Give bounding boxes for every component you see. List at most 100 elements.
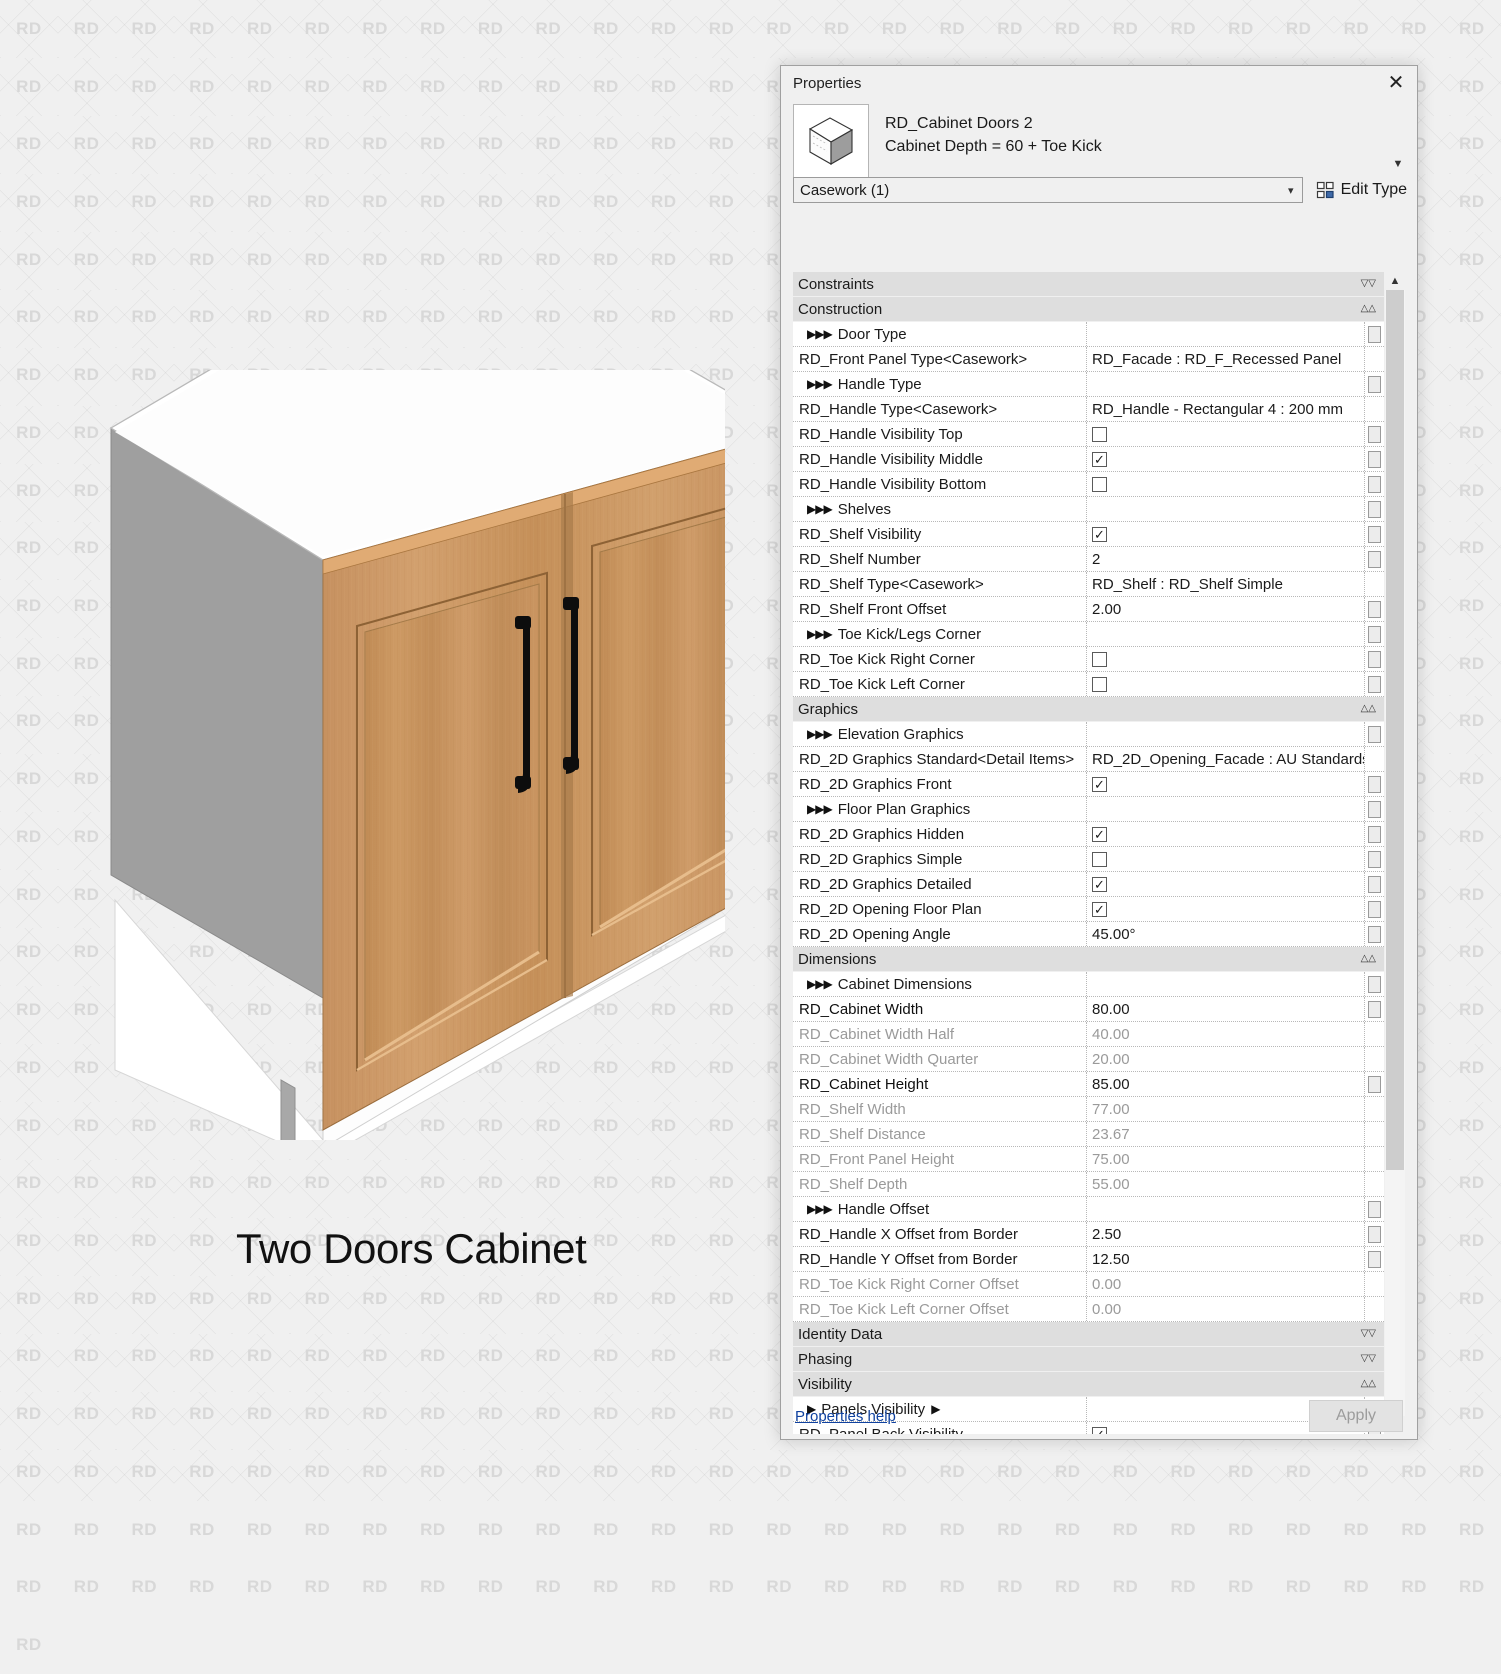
property-row[interactable]: RD_2D Graphics Front✓ [793,772,1384,797]
property-button-cell[interactable] [1365,372,1384,396]
property-value-cell[interactable]: 0.00 [1087,1297,1365,1321]
property-row[interactable]: ▶▶▶Handle Type [793,372,1384,397]
property-button-cell[interactable] [1365,397,1384,421]
property-value-cell[interactable] [1087,672,1365,696]
property-row[interactable]: ▶▶▶Elevation Graphics [793,722,1384,747]
property-row[interactable]: RD_Handle Y Offset from Border12.50 [793,1247,1384,1272]
property-button-cell[interactable] [1365,797,1384,821]
property-row[interactable]: RD_2D Graphics Standard<Detail Items>RD_… [793,747,1384,772]
property-value-cell[interactable] [1087,622,1365,646]
group-collapse-icon[interactable]: △△ [1361,304,1376,314]
group-collapse-icon[interactable]: △△ [1361,954,1376,964]
property-button-cell[interactable] [1365,547,1384,571]
property-button-cell[interactable] [1365,747,1384,771]
property-value-cell[interactable]: 80.00 [1087,997,1365,1021]
property-value-cell[interactable]: 2.50 [1087,1222,1365,1246]
property-button-cell[interactable] [1365,1272,1384,1296]
property-button-cell[interactable] [1365,922,1384,946]
property-value-cell[interactable]: 77.00 [1087,1097,1365,1121]
property-button-cell[interactable] [1365,1072,1384,1096]
property-row[interactable]: RD_Toe Kick Left Corner [793,672,1384,697]
row-edit-button[interactable] [1368,1201,1381,1218]
property-button-cell[interactable] [1365,322,1384,346]
type-dropdown-chevron-icon[interactable]: ▼ [1387,104,1409,170]
property-button-cell[interactable] [1365,997,1384,1021]
row-value[interactable]: 40.00 [1092,1026,1130,1043]
row-edit-button[interactable] [1368,826,1381,843]
row-edit-button[interactable] [1368,876,1381,893]
row-edit-button[interactable] [1368,601,1381,618]
property-value-cell[interactable]: 2.00 [1087,597,1365,621]
property-row[interactable]: RD_Handle X Offset from Border2.50 [793,1222,1384,1247]
row-value[interactable]: 77.00 [1092,1101,1130,1118]
property-row[interactable]: RD_Shelf Width77.00 [793,1097,1384,1122]
property-row[interactable]: RD_Handle Visibility Middle✓ [793,447,1384,472]
property-button-cell[interactable] [1365,447,1384,471]
property-row[interactable]: RD_Handle Visibility Bottom [793,472,1384,497]
property-value-cell[interactable]: 75.00 [1087,1147,1365,1171]
property-row[interactable]: RD_Cabinet Width80.00 [793,997,1384,1022]
row-edit-button[interactable] [1368,926,1381,943]
property-button-cell[interactable] [1365,1222,1384,1246]
row-value[interactable]: 23.67 [1092,1126,1130,1143]
row-value[interactable]: 85.00 [1092,1076,1130,1093]
property-value-cell[interactable]: 85.00 [1087,1072,1365,1096]
row-value[interactable]: 0.00 [1092,1276,1121,1293]
property-button-cell[interactable] [1365,722,1384,746]
row-value[interactable]: 55.00 [1092,1176,1130,1193]
property-row[interactable]: ▶▶▶Cabinet Dimensions [793,972,1384,997]
property-value-cell[interactable]: ✓ [1087,772,1365,796]
row-edit-button[interactable] [1368,451,1381,468]
row-checkbox[interactable]: ✓ [1092,452,1107,467]
property-button-cell[interactable] [1365,597,1384,621]
property-row[interactable]: RD_Shelf Front Offset2.00 [793,597,1384,622]
row-edit-button[interactable] [1368,726,1381,743]
property-value-cell[interactable]: 20.00 [1087,1047,1365,1071]
property-button-cell[interactable] [1365,1147,1384,1171]
row-edit-button[interactable] [1368,801,1381,818]
property-row[interactable]: ▶▶▶Shelves [793,497,1384,522]
property-value-cell[interactable]: 55.00 [1087,1172,1365,1196]
property-value-cell[interactable] [1087,722,1365,746]
apply-button[interactable]: Apply [1309,1400,1403,1432]
property-value-cell[interactable] [1087,647,1365,671]
group-header-graphics[interactable]: Graphics△△ [793,697,1384,722]
property-value-cell[interactable] [1087,1197,1365,1221]
property-button-cell[interactable] [1365,422,1384,446]
row-value[interactable]: RD_Handle - Rectangular 4 : 200 mm [1092,401,1343,418]
row-checkbox[interactable] [1092,677,1107,692]
row-edit-button[interactable] [1368,851,1381,868]
group-collapse-icon[interactable]: ▽▽ [1361,1354,1376,1364]
row-value[interactable]: 0.00 [1092,1301,1121,1318]
group-header-dimensions[interactable]: Dimensions△△ [793,947,1384,972]
property-value-cell[interactable]: RD_Facade : RD_F_Recessed Panel [1087,347,1365,371]
row-value[interactable]: 12.50 [1092,1251,1130,1268]
property-value-cell[interactable]: RD_Handle - Rectangular 4 : 200 mm [1087,397,1365,421]
row-edit-button[interactable] [1368,551,1381,568]
property-button-cell[interactable] [1365,822,1384,846]
row-value[interactable]: 20.00 [1092,1051,1130,1068]
row-edit-button[interactable] [1368,901,1381,918]
property-row[interactable]: RD_Toe Kick Right Corner [793,647,1384,672]
property-button-cell[interactable] [1365,1197,1384,1221]
property-value-cell[interactable]: 23.67 [1087,1122,1365,1146]
row-value[interactable]: 75.00 [1092,1151,1130,1168]
row-value[interactable]: RD_Facade : RD_F_Recessed Panel [1092,351,1341,368]
property-row[interactable]: RD_Cabinet Height85.00 [793,1072,1384,1097]
scrollbar-thumb[interactable] [1386,290,1404,1170]
row-checkbox[interactable]: ✓ [1092,527,1107,542]
property-row[interactable]: RD_Handle Type<Casework>RD_Handle - Rect… [793,397,1384,422]
property-value-cell[interactable] [1087,372,1365,396]
row-value[interactable]: 2.50 [1092,1226,1121,1243]
group-collapse-icon[interactable]: ▽▽ [1361,279,1376,289]
row-edit-button[interactable] [1368,776,1381,793]
property-button-cell[interactable] [1365,1122,1384,1146]
property-row[interactable]: RD_Shelf Number2 [793,547,1384,572]
property-value-cell[interactable]: RD_Shelf : RD_Shelf Simple [1087,572,1365,596]
property-value-cell[interactable]: 45.00° [1087,922,1365,946]
row-checkbox[interactable]: ✓ [1092,902,1107,917]
row-edit-button[interactable] [1368,526,1381,543]
row-edit-button[interactable] [1368,651,1381,668]
property-row[interactable]: RD_Handle Visibility Top [793,422,1384,447]
row-edit-button[interactable] [1368,1076,1381,1093]
